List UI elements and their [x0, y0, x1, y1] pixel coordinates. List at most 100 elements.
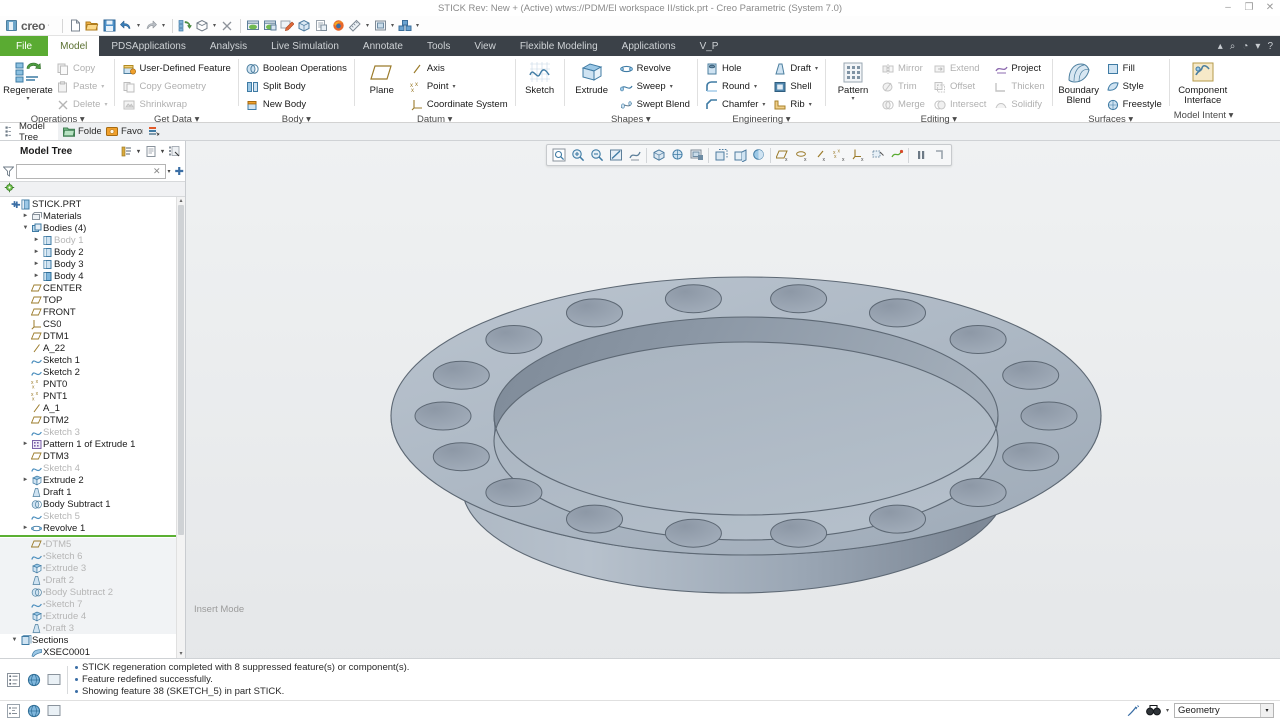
- tree-expander-icon[interactable]: ►: [21, 441, 30, 447]
- perspective-icon[interactable]: [730, 146, 749, 165]
- draft-button[interactable]: Draft ▾: [770, 60, 821, 77]
- hole-feature[interactable]: [1020, 401, 1078, 431]
- hole-feature[interactable]: [770, 284, 828, 314]
- hole-feature[interactable]: [869, 504, 926, 534]
- help-icon[interactable]: ?: [1267, 41, 1273, 52]
- scroll-down-arrow-icon[interactable]: ▾: [177, 650, 185, 658]
- message-log-icon[interactable]: [6, 672, 21, 687]
- tree-node[interactable]: Sketch 1: [0, 354, 176, 366]
- csys-display-icon[interactable]: xxxx: [830, 146, 849, 165]
- close-button[interactable]: ✕: [1264, 0, 1276, 16]
- repaint-icon[interactable]: [194, 17, 211, 34]
- find-icon[interactable]: [1146, 703, 1161, 718]
- hole-feature[interactable]: [949, 478, 1007, 507]
- paste-button[interactable]: Paste ▾: [53, 78, 110, 95]
- hole-feature[interactable]: [566, 504, 623, 534]
- tree-expander-icon[interactable]: ►: [21, 477, 30, 483]
- view-manager-icon[interactable]: [296, 17, 313, 34]
- save-icon[interactable]: [101, 17, 118, 34]
- tree-node[interactable]: CS0: [0, 318, 176, 330]
- tree-node[interactable]: Sketch 5: [0, 510, 176, 522]
- shrinkwrap-button[interactable]: Shrinkwrap: [119, 96, 233, 113]
- undo-icon[interactable]: [118, 17, 135, 34]
- tree-node[interactable]: A_22: [0, 342, 176, 354]
- tree-display-icon[interactable]: [167, 143, 182, 159]
- copy-page-icon[interactable]: [313, 17, 330, 34]
- annotation-display-icon[interactable]: x: [849, 146, 868, 165]
- window-2-icon[interactable]: [262, 17, 279, 34]
- filter-add-icon[interactable]: ✚: [173, 165, 186, 178]
- layer-display-icon[interactable]: [887, 146, 906, 165]
- thicken-button[interactable]: Thicken: [991, 78, 1047, 95]
- ribbon-tab-applications[interactable]: Applications: [610, 36, 688, 56]
- hole-feature[interactable]: [1002, 442, 1060, 472]
- selection-filter-select[interactable]: Geometry ▾: [1174, 703, 1274, 718]
- tree-node[interactable]: FRONT: [0, 306, 176, 318]
- project-button[interactable]: Project: [991, 60, 1047, 77]
- repaint-caret-icon[interactable]: ▾: [211, 22, 219, 29]
- group-label-engineering[interactable]: Engineering ▾: [702, 113, 821, 126]
- browser-toggle-icon[interactable]: [26, 703, 41, 718]
- find-caret-icon[interactable]: ▾: [1166, 707, 1169, 714]
- hole-feature[interactable]: [566, 298, 623, 328]
- window-1-icon[interactable]: [245, 17, 262, 34]
- model-tree-filter-input[interactable]: [19, 165, 151, 177]
- tab-layers[interactable]: [143, 123, 163, 140]
- open-file-icon[interactable]: [84, 17, 101, 34]
- chamfer-caret-icon[interactable]: ▾: [762, 101, 765, 108]
- tree-node[interactable]: ► Materials: [0, 210, 176, 222]
- hole-feature[interactable]: [664, 518, 722, 548]
- tree-node[interactable]: ► Pattern 1 of Extrude 1: [0, 438, 176, 450]
- tree-node[interactable]: Sketch 2: [0, 366, 176, 378]
- axis-button[interactable]: Axis: [407, 60, 511, 77]
- measure-caret-icon[interactable]: ▾: [364, 22, 372, 29]
- tree-node[interactable]: ► Body 2: [0, 246, 176, 258]
- model-tree[interactable]: ✚ ✚ STICK.PRT ► Materials ▼ Bodies (4) ► Body 1…: [0, 197, 185, 658]
- chamfer-button[interactable]: Chamfer ▾: [702, 96, 768, 113]
- pattern-caret-icon[interactable]: ▾: [852, 96, 855, 102]
- tree-node[interactable]: ► Body 3: [0, 258, 176, 270]
- tree-node[interactable]: x x x PNT1: [0, 390, 176, 402]
- user-defined-feature-button[interactable]: User-Defined Feature: [119, 60, 233, 77]
- refresh-icon[interactable]: [4, 182, 15, 196]
- collapse-ribbon-icon[interactable]: ▴: [1218, 41, 1223, 52]
- tree-node[interactable]: Draft 1: [0, 486, 176, 498]
- new-file-icon[interactable]: [67, 17, 84, 34]
- split-body-button[interactable]: Split Body: [243, 78, 350, 95]
- merge-button[interactable]: Merge: [878, 96, 928, 113]
- ribbon-tab-flexible-modeling[interactable]: Flexible Modeling: [508, 36, 610, 56]
- extend-button[interactable]: Extend: [930, 60, 989, 77]
- ribbon-tab-pdsapplications[interactable]: PDSApplications: [99, 36, 197, 56]
- sweep-button[interactable]: Sweep ▾: [617, 78, 693, 95]
- delete-caret-icon[interactable]: ▾: [104, 101, 107, 108]
- web-link-icon[interactable]: [26, 672, 41, 687]
- hole-feature[interactable]: [432, 442, 490, 472]
- filter-clear-icon[interactable]: ✕: [151, 166, 163, 177]
- filter-caret-icon[interactable]: ▾: [168, 168, 171, 175]
- tree-node[interactable]: ▪Draft 3: [0, 622, 176, 634]
- paste-caret-icon[interactable]: ▾: [101, 83, 104, 90]
- tree-filters-icon[interactable]: [119, 143, 134, 159]
- freestyle-button[interactable]: Freestyle: [1103, 96, 1165, 113]
- hole-feature[interactable]: [414, 401, 472, 431]
- axis-display-icon[interactable]: x: [792, 146, 811, 165]
- minimize-button[interactable]: –: [1222, 0, 1234, 16]
- tree-expander-icon[interactable]: ▼: [10, 637, 19, 643]
- tree-node[interactable]: ▪Extrude 3: [0, 562, 176, 574]
- regenerate-button[interactable]: Regenerate ▾: [3, 59, 53, 102]
- tree-node[interactable]: ▪DTM5: [0, 538, 176, 550]
- hole-feature[interactable]: [485, 325, 543, 354]
- tree-root-expander[interactable]: ✚: [13, 200, 21, 211]
- boundary-blend-button[interactable]: Boundary Blend: [1057, 59, 1101, 106]
- appearance-gallery-icon[interactable]: [749, 146, 768, 165]
- redo-icon[interactable]: [143, 17, 160, 34]
- regenerate-icon[interactable]: [177, 17, 194, 34]
- trim-button[interactable]: Trim: [878, 78, 928, 95]
- tree-node[interactable]: x x x PNT0: [0, 378, 176, 390]
- tree-node[interactable]: ► Revolve 1: [0, 522, 176, 534]
- tree-node[interactable]: ▪Extrude 4: [0, 610, 176, 622]
- group-label-datum[interactable]: Datum ▾: [359, 113, 511, 126]
- zoom-in-icon[interactable]: [568, 146, 587, 165]
- tree-node[interactable]: ▪Draft 2: [0, 574, 176, 586]
- tree-node[interactable]: ► Extrude 2: [0, 474, 176, 486]
